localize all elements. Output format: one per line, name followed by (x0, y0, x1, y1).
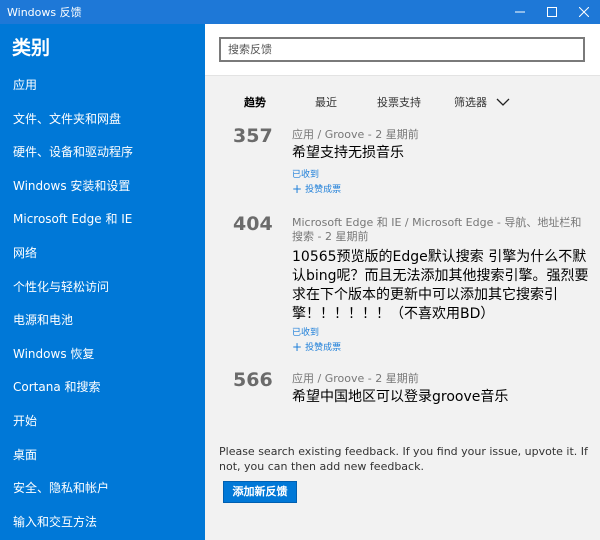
category-item-personalization[interactable]: 个性化与轻松访问 (0, 271, 205, 305)
category-title: 类别 (12, 37, 51, 59)
status-badge: 已收到 (292, 328, 320, 338)
filter-dropdown[interactable]: 筛选器 (454, 94, 510, 110)
plus-icon: + (292, 181, 303, 196)
title-bar: Windows 反馈 (0, 0, 600, 24)
feedback-item[interactable]: 357 应用 / Groove - 2 星期前 希望支持无损音乐 已收到 + 投… (205, 122, 600, 202)
category-list: 应用 文件、文件夹和网盘 硬件、设备和驱动程序 Windows 安装和设置 Mi… (0, 69, 205, 539)
upvote-button[interactable]: + 投赞成票 (292, 339, 342, 354)
sort-tabs: 趋势 最近 投票支持 筛选器 (205, 86, 600, 114)
feedback-meta: 应用 / Groove - 2 星期前 (292, 372, 419, 385)
help-text: Please search existing feedback. If you … (219, 445, 588, 473)
close-icon (579, 7, 589, 17)
category-item-hardware[interactable]: 硬件、设备和驱动程序 (0, 136, 205, 170)
upvote-label: 投赞成票 (305, 343, 342, 353)
category-item-security[interactable]: 安全、隐私和帐户 (0, 472, 205, 506)
category-item-power[interactable]: 电源和电池 (0, 304, 205, 338)
vote-count: 404 (233, 213, 273, 235)
chevron-down-icon (496, 98, 510, 106)
category-sidebar: 类别 应用 文件、文件夹和网盘 硬件、设备和驱动程序 Windows 安装和设置… (0, 24, 205, 540)
window-title: Windows 反馈 (7, 6, 82, 19)
search-input[interactable]: 搜索反馈 (219, 37, 585, 62)
category-item-files[interactable]: 文件、文件夹和网盘 (0, 103, 205, 137)
category-item-edge[interactable]: Microsoft Edge 和 IE (0, 203, 205, 237)
feedback-item[interactable]: 566 应用 / Groove - 2 星期前 希望中国地区可以登录groove… (205, 357, 600, 414)
search-area: 搜索反馈 (205, 24, 600, 76)
category-item-cortana[interactable]: Cortana 和搜索 (0, 371, 205, 405)
category-item-setup[interactable]: Windows 安装和设置 (0, 170, 205, 204)
minimize-icon (515, 11, 525, 13)
category-item-recovery[interactable]: Windows 恢复 (0, 338, 205, 372)
upvote-button[interactable]: + 投赞成票 (292, 181, 342, 196)
bottom-panel: Please search existing feedback. If you … (205, 414, 600, 540)
add-feedback-button[interactable]: 添加新反馈 (223, 481, 297, 503)
category-item-input[interactable]: 输入和交互方法 (0, 506, 205, 540)
vote-count: 357 (233, 125, 273, 147)
tab-votes[interactable]: 投票支持 (377, 94, 421, 110)
category-item-desktop[interactable]: 桌面 (0, 439, 205, 473)
main-panel: 搜索反馈 趋势 最近 投票支持 筛选器 357 应用 / Groove - 2 … (205, 24, 600, 540)
vote-count: 566 (233, 369, 273, 391)
tab-recent[interactable]: 最近 (315, 94, 337, 110)
feedback-list: 357 应用 / Groove - 2 星期前 希望支持无损音乐 已收到 + 投… (205, 122, 600, 414)
category-item-apps[interactable]: 应用 (0, 69, 205, 103)
plus-icon: + (292, 339, 303, 354)
feedback-title: 10565预览版的Edge默认搜索 引擎为什么不默认bing呢？而且无法添加其他… (292, 249, 589, 322)
category-item-network[interactable]: 网络 (0, 237, 205, 271)
close-button[interactable] (568, 0, 600, 24)
filter-label: 筛选器 (454, 96, 487, 109)
maximize-button[interactable] (536, 0, 568, 24)
status-badge: 已收到 (292, 170, 320, 180)
feedback-meta: 应用 / Groove - 2 星期前 (292, 128, 419, 141)
upvote-label: 投赞成票 (305, 185, 342, 195)
feedback-meta: Microsoft Edge 和 IE / Microsoft Edge - 导… (292, 216, 582, 243)
maximize-icon (547, 7, 557, 17)
feedback-item[interactable]: 404 Microsoft Edge 和 IE / Microsoft Edge… (205, 202, 600, 357)
feedback-title: 希望中国地区可以登录groove音乐 (292, 389, 509, 405)
feedback-title: 希望支持无损音乐 (292, 145, 404, 161)
tab-trending[interactable]: 趋势 (244, 94, 266, 110)
minimize-button[interactable] (504, 0, 536, 24)
category-item-start[interactable]: 开始 (0, 405, 205, 439)
